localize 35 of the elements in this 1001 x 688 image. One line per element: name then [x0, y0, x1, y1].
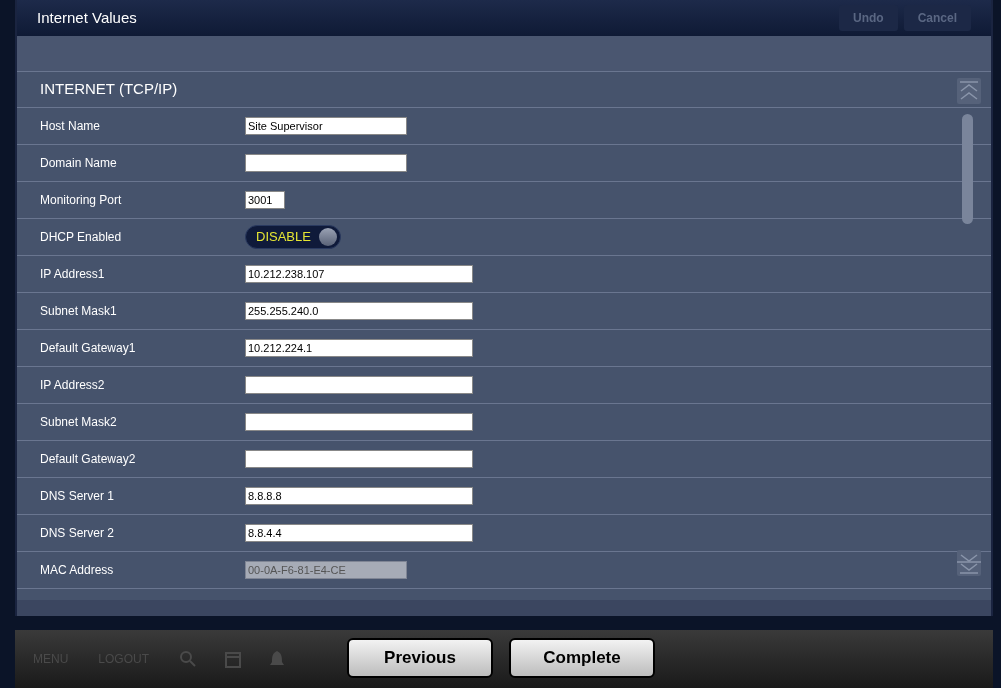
input-field[interactable] [245, 450, 473, 468]
input-field[interactable]: 255.255.240.0 [245, 302, 473, 320]
input-field[interactable]: 3001 [245, 191, 285, 209]
input-field[interactable] [245, 413, 473, 431]
input-field[interactable] [245, 376, 473, 394]
bell-icon[interactable] [269, 650, 285, 668]
wizard-button[interactable]: Complete [509, 638, 655, 678]
field-label: Subnet Mask1 [39, 303, 118, 320]
field-label: Domain Name [39, 155, 118, 172]
field-label: DNS Server 1 [39, 488, 116, 505]
field-label: Default Gateway1 [39, 340, 137, 357]
input-field[interactable]: 8.8.8.8 [245, 487, 473, 505]
scrollbar-thumb[interactable] [962, 114, 973, 224]
field-label: Default Gateway2 [39, 451, 137, 468]
field-label: Host Name [39, 118, 102, 135]
field-label: DNS Server 2 [39, 525, 116, 542]
input-field[interactable] [245, 154, 407, 172]
search-icon[interactable] [179, 650, 197, 668]
input-field[interactable]: 8.8.4.4 [245, 524, 473, 542]
window-title: Internet Values [37, 7, 137, 28]
field-label: Monitoring Port [39, 192, 123, 209]
section-title: INTERNET (TCP/IP) [40, 79, 178, 100]
wizard-button[interactable]: Previous [347, 638, 493, 678]
field-label: Subnet Mask2 [39, 414, 118, 431]
field-label: IP Address1 [39, 266, 106, 283]
field-label: MAC Address [39, 562, 115, 579]
field-label: DHCP Enabled [39, 229, 123, 246]
calendar-icon[interactable] [225, 650, 241, 668]
input-field[interactable]: 10.212.224.1 [245, 339, 473, 357]
input-field[interactable]: Site Supervisor [245, 117, 407, 135]
scroll-bottom-icon[interactable] [957, 550, 981, 576]
toggle-switch[interactable]: DISABLE [245, 225, 341, 249]
scroll-top-icon[interactable] [957, 78, 981, 104]
field-label: IP Address2 [39, 377, 106, 394]
input-field[interactable]: 10.212.238.107 [245, 265, 473, 283]
